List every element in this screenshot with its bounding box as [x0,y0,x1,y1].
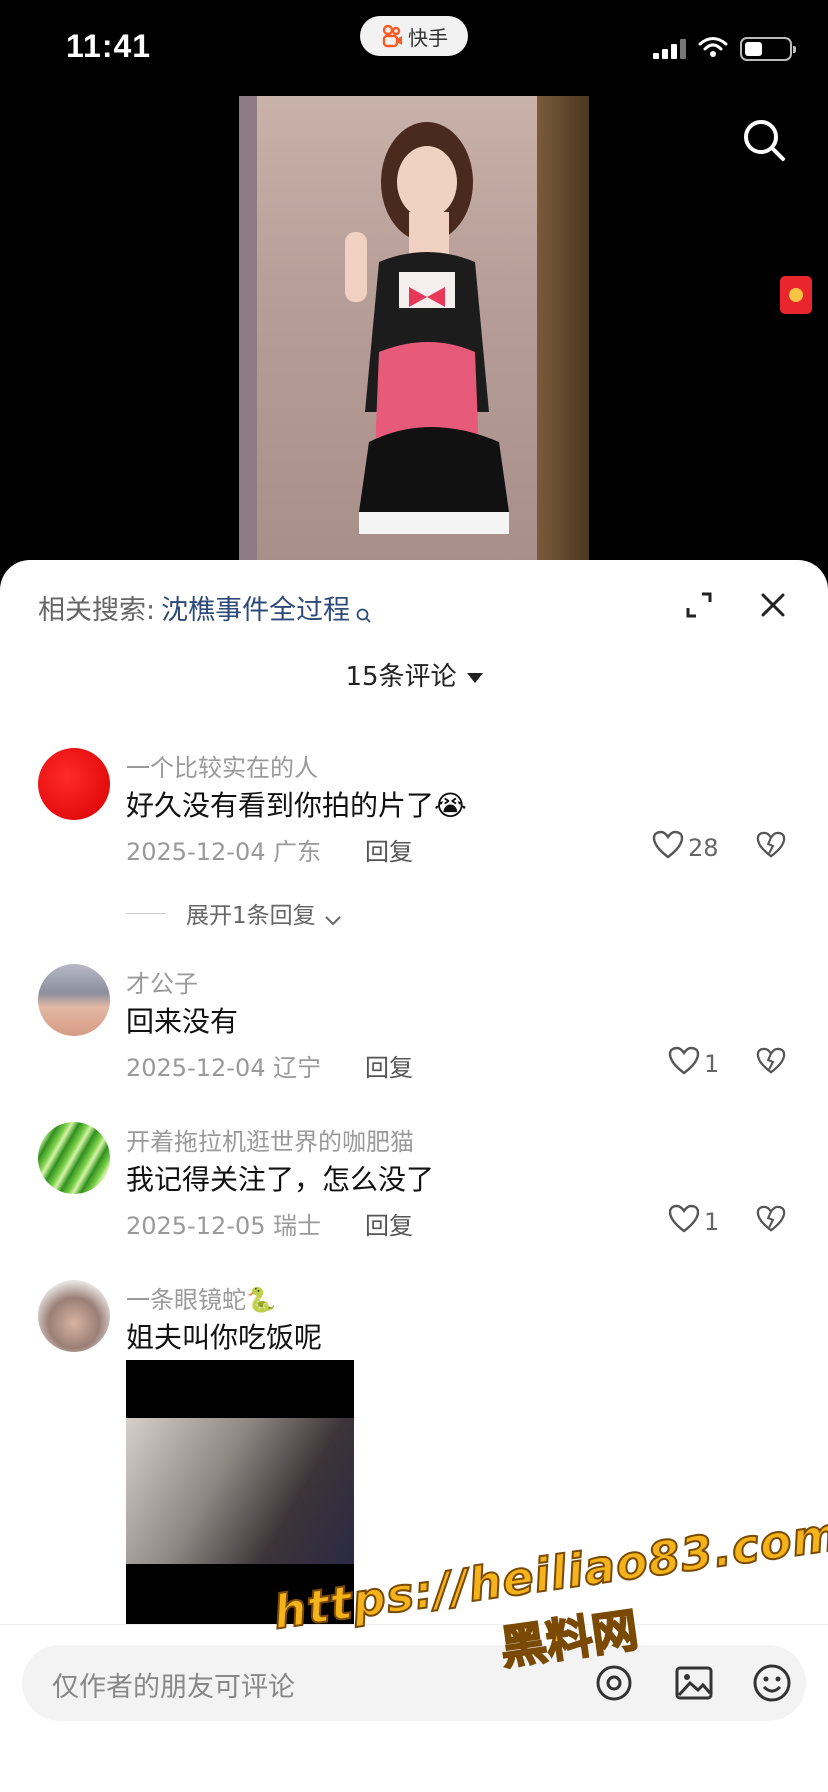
broken-heart-icon[interactable] [756,1046,786,1076]
caret-down-icon [466,672,483,683]
comment-meta: 2025-12-04 辽宁 [126,1054,322,1082]
avatar[interactable] [38,748,110,820]
fullscreen-expand-icon[interactable] [684,590,714,620]
comment-text: 回来没有 [126,1005,239,1038]
like-button[interactable]: 1 [668,1204,719,1240]
video-player[interactable] [239,96,589,566]
like-button[interactable]: 28 [652,830,719,866]
avatar[interactable] [38,964,110,1036]
expand-replies-button[interactable]: 展开1条回复 [126,896,342,930]
comment-meta: 2025-12-05 瑞士 [126,1212,322,1240]
related-search-label: 相关搜索: [38,595,156,626]
heart-icon [652,830,684,866]
broken-heart-icon[interactable] [756,830,786,860]
related-search[interactable]: 相关搜索: 沈樵事件全过程 [38,588,372,627]
reply-button[interactable]: 回复 [365,1048,413,1083]
close-icon[interactable] [758,590,788,620]
reply-button[interactable]: 回复 [365,832,413,867]
comment-text: 姐夫叫你吃饭呢 [126,1321,323,1354]
comment-image[interactable] [126,1360,354,1630]
chevron-down-icon [324,907,342,926]
wifi-icon [698,36,728,62]
comment-author[interactable]: 开着拖拉机逛世界的咖肥猫 [126,1122,414,1157]
related-search-term[interactable]: 沈樵事件全过程 [161,588,350,627]
like-count: 1 [704,1208,720,1236]
at-mention-icon[interactable] [594,1663,634,1703]
cellular-signal-icon [653,39,686,59]
comment-author[interactable]: 一个比较实在的人 [126,748,318,783]
emoji-icon[interactable] [752,1663,792,1703]
reply-button[interactable]: 回复 [365,1206,413,1241]
avatar[interactable] [38,1122,110,1194]
status-time: 11:41 [66,28,152,64]
comment-text: 好久没有看到你拍的片了😭 [126,789,467,822]
avatar[interactable] [38,1280,110,1352]
comment-input-bar: 仅作者的朋友可评论 [0,1624,828,1792]
like-count: 28 [688,834,719,862]
comment-input-placeholder: 仅作者的朋友可评论 [52,1672,295,1703]
battery-icon [740,37,796,61]
image-icon[interactable] [674,1663,714,1703]
comment-meta: 2025-12-04 广东 [126,838,322,866]
heart-icon [668,1046,700,1082]
like-count: 1 [704,1050,720,1078]
video-frame [345,122,509,534]
comment-author[interactable]: 一条眼镜蛇🐍 [126,1280,276,1315]
broken-heart-icon[interactable] [756,1204,786,1234]
heart-icon [668,1204,700,1240]
comment-count: 15条评论 [345,662,457,692]
expand-replies-label: 展开1条回复 [186,903,316,929]
status-bar: 11:41 快手 [0,0,828,96]
comment-text: 我记得关注了，怎么没了 [126,1163,435,1196]
red-packet-icon[interactable] [780,276,812,314]
status-icons [653,36,796,62]
comment-count-selector[interactable]: 15条评论 [0,656,828,693]
app-name: 快手 [408,25,448,50]
like-button[interactable]: 1 [668,1046,719,1082]
search-icon[interactable] [742,118,786,162]
comment-author[interactable]: 才公子 [126,964,198,999]
comment-input[interactable]: 仅作者的朋友可评论 [22,1645,806,1721]
comments-sheet: 相关搜索: 沈樵事件全过程 15条评论 一个比较实在的人 好久没有看到你拍的片了… [0,560,828,1792]
kuaishou-logo-icon [380,24,404,48]
app-badge[interactable]: 快手 [360,16,468,56]
search-small-icon [356,600,372,623]
